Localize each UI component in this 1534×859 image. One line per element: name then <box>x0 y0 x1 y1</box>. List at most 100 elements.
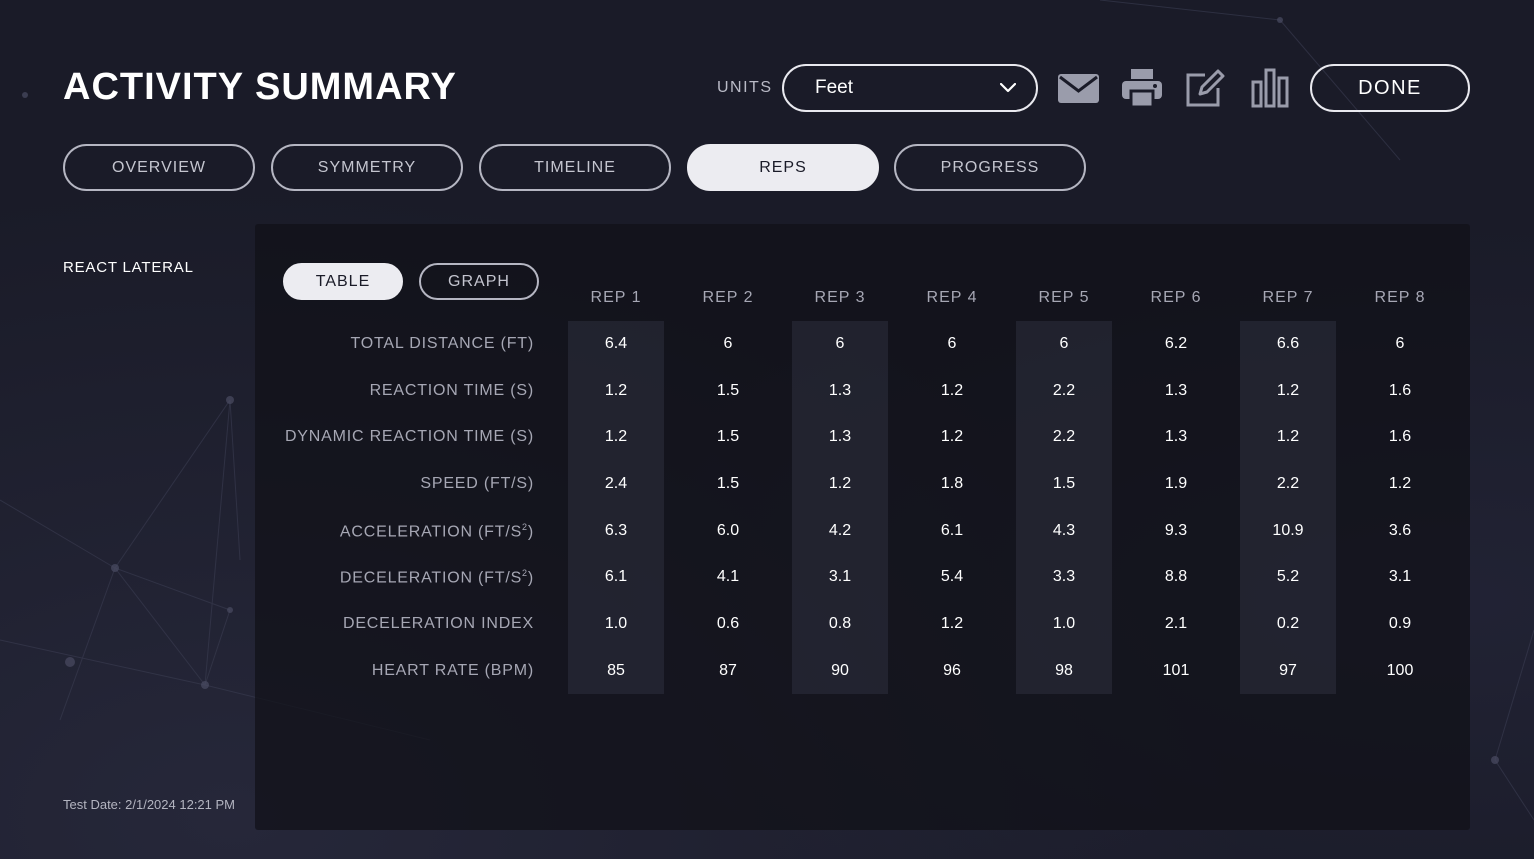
column-header-rep-6: REP 6 <box>1150 289 1202 306</box>
table-cell: 1.3 <box>1164 382 1188 399</box>
table-cell: 6 <box>723 335 733 352</box>
table-cell: 6.2 <box>1164 335 1188 352</box>
graph-button[interactable] <box>1251 66 1289 110</box>
column-header-rep-4: REP 4 <box>926 289 978 306</box>
units-label: UNITS <box>717 79 773 96</box>
column-header-rep-1: REP 1 <box>590 289 642 306</box>
table-cell: 98 <box>1055 662 1073 679</box>
row-label-text: TOTAL DISTANCE (FT) <box>350 335 534 352</box>
table-cell: 6.3 <box>604 522 628 539</box>
row-label: HEART RATE (BPM) <box>372 662 534 680</box>
table-cell: 1.6 <box>1388 382 1412 399</box>
table-cell: 1.5 <box>716 428 740 445</box>
table-cell: 1.0 <box>1052 615 1076 632</box>
table-cell: 3.6 <box>1388 522 1412 539</box>
table-cell: 1.2 <box>940 428 964 445</box>
table-cell: 87 <box>719 662 737 679</box>
page-title: ACTIVITY SUMMARY <box>63 66 457 108</box>
table-cell: 6 <box>1395 335 1405 352</box>
table-cell: 4.3 <box>1052 522 1076 539</box>
column-shade <box>1240 321 1336 694</box>
edit-icon <box>1186 69 1225 107</box>
row-label: SPEED (FT/S) <box>420 475 534 493</box>
table-cell: 100 <box>1386 662 1414 679</box>
table-cell: 1.2 <box>940 615 964 632</box>
table-cell: 1.2 <box>604 428 628 445</box>
column-header-rep-3: REP 3 <box>814 289 866 306</box>
row-label-suffix: ) <box>527 569 534 587</box>
table-cell: 0.8 <box>828 615 852 632</box>
edit-button[interactable] <box>1185 66 1225 110</box>
table-cell: 6.1 <box>604 568 628 585</box>
table-cell: 0.6 <box>716 615 740 632</box>
row-label-suffix: ) <box>527 523 534 541</box>
envelope-icon <box>1057 73 1099 103</box>
row-label-text: DYNAMIC REACTION TIME (S) <box>284 428 534 445</box>
table-cell: 97 <box>1279 662 1297 679</box>
row-label-text: ACCELERATION (FT/S <box>339 523 523 541</box>
print-button[interactable] <box>1122 66 1162 110</box>
row-label-text: HEART RATE (BPM) <box>371 662 534 679</box>
row-label-text: DECELERATION (FT/S <box>339 569 523 587</box>
table-cell: 1.8 <box>940 475 964 492</box>
table-cell: 3.3 <box>1052 568 1076 585</box>
row-label: TOTAL DISTANCE (FT) <box>351 335 535 353</box>
table-cell: 3.1 <box>828 568 852 585</box>
table-cell: 1.2 <box>1276 382 1300 399</box>
tab-progress[interactable]: PROGRESS <box>894 144 1086 191</box>
column-header-rep-2: REP 2 <box>702 289 754 306</box>
table-cell: 5.2 <box>1276 568 1300 585</box>
table-cell: 1.2 <box>604 382 628 399</box>
table-cell: 1.5 <box>716 382 740 399</box>
column-header-rep-8: REP 8 <box>1374 289 1426 306</box>
table-cell: 85 <box>607 662 625 679</box>
table-cell: 2.2 <box>1052 382 1076 399</box>
row-label: ACCELERATION (FT/S2) <box>340 522 534 541</box>
table-cell: 10.9 <box>1272 522 1304 539</box>
column-shade <box>1016 321 1112 694</box>
graph-toggle-button[interactable]: GRAPH <box>419 263 539 300</box>
table-cell: 101 <box>1162 662 1190 679</box>
table-cell: 90 <box>831 662 849 679</box>
tab-overview[interactable]: OVERVIEW <box>63 144 255 191</box>
table-cell: 2.2 <box>1052 428 1076 445</box>
table-cell: 1.6 <box>1388 428 1412 445</box>
table-cell: 1.3 <box>1164 428 1188 445</box>
table-cell: 4.2 <box>828 522 852 539</box>
email-button[interactable] <box>1057 66 1099 110</box>
table-cell: 1.2 <box>1276 428 1300 445</box>
table-cell: 0.2 <box>1276 615 1300 632</box>
printer-icon <box>1122 69 1162 107</box>
units-dropdown[interactable]: Feet <box>782 64 1038 112</box>
table-cell: 1.3 <box>828 382 852 399</box>
row-label: DECELERATION (FT/S2) <box>340 568 534 587</box>
tab-symmetry[interactable]: SYMMETRY <box>271 144 463 191</box>
table-cell: 6.4 <box>604 335 628 352</box>
test-date: Test Date: 2/1/2024 12:21 PM <box>63 797 235 812</box>
tab-reps[interactable]: REPS <box>687 144 879 191</box>
table-cell: 6.6 <box>1276 335 1300 352</box>
row-label-text: SPEED (FT/S) <box>420 475 534 492</box>
table-cell: 1.2 <box>940 382 964 399</box>
table-cell: 1.0 <box>604 615 628 632</box>
table-cell: 3.1 <box>1388 568 1412 585</box>
column-shade <box>568 321 664 694</box>
table-cell: 2.1 <box>1164 615 1188 632</box>
row-label: DECELERATION INDEX <box>343 615 534 633</box>
done-button[interactable]: DONE <box>1310 64 1470 112</box>
units-selected-value: Feet <box>815 77 854 98</box>
table-cell: 6 <box>947 335 957 352</box>
tab-timeline[interactable]: TIMELINE <box>479 144 671 191</box>
table-cell: 1.5 <box>1052 475 1076 492</box>
table-cell: 96 <box>943 662 961 679</box>
row-label-text: DECELERATION INDEX <box>342 615 534 632</box>
table-cell: 1.9 <box>1164 475 1188 492</box>
chevron-down-icon <box>1000 83 1016 93</box>
bar-chart-icon <box>1251 68 1289 108</box>
column-header-rep-5: REP 5 <box>1038 289 1090 306</box>
column-shade <box>792 321 888 694</box>
table-toggle-button[interactable]: TABLE <box>283 263 403 300</box>
table-cell: 2.2 <box>1276 475 1300 492</box>
table-cell: 6 <box>835 335 845 352</box>
table-cell: 1.3 <box>828 428 852 445</box>
